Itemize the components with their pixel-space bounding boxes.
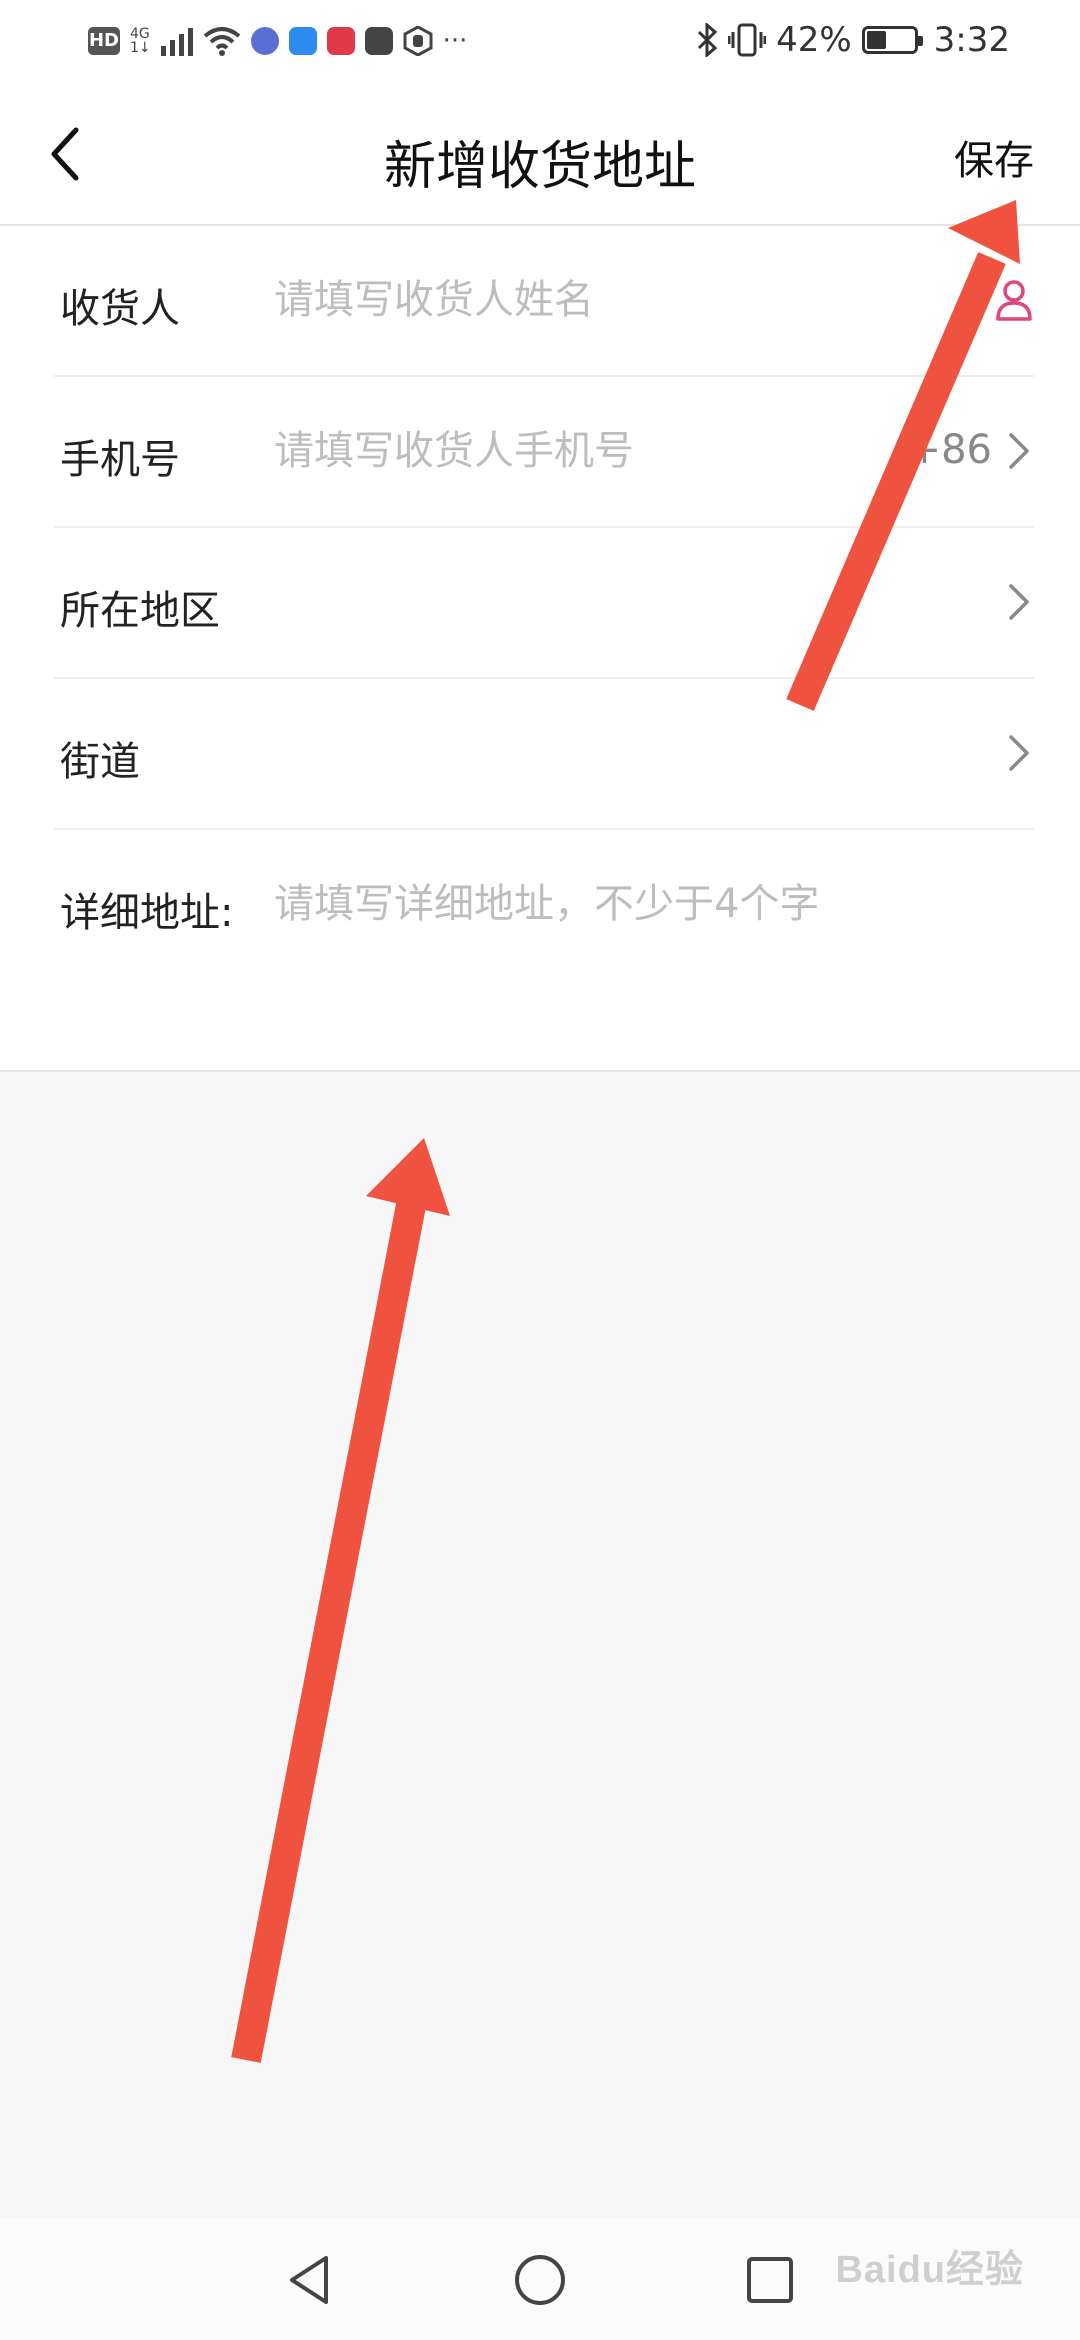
- book-app-icon: [326, 27, 355, 55]
- region-row[interactable]: 所在地区: [54, 528, 1034, 679]
- battery-percent: 42%: [776, 20, 852, 60]
- battery-icon: [861, 26, 923, 54]
- nav-back-icon[interactable]: [280, 2250, 340, 2310]
- hd-badge: HD: [88, 27, 120, 55]
- vibrate-icon: [728, 23, 767, 57]
- contact-person-icon[interactable]: [994, 278, 1034, 322]
- network-type-top: 4G: [130, 26, 150, 42]
- region-label: 所在地区: [60, 588, 220, 634]
- receiver-name-label: 收货人: [60, 286, 180, 332]
- detail-address-row: 详细地址:: [54, 830, 1034, 1070]
- status-right-icons: 42% 3:32: [696, 18, 1010, 62]
- wifi-icon: [203, 27, 240, 56]
- signal-icon: [160, 28, 193, 56]
- status-left-icons: HD 4G 1↓ ···: [88, 20, 467, 62]
- nav-home-icon[interactable]: [510, 2250, 570, 2310]
- app-screen: HD 4G 1↓ ··· 42% 3:32 新增收货地址 保存 收货人 请填写收…: [0, 0, 1080, 2340]
- phone-row: 手机号 +86: [54, 377, 1034, 528]
- more-status-icons: ···: [442, 26, 468, 56]
- address-form: 收货人 手机号 +86 所在地区 街道: [0, 226, 1080, 1072]
- network-type-bottom: 1↓: [130, 40, 151, 56]
- hand-app-icon: [403, 26, 433, 56]
- receiver-name-input[interactable]: [274, 274, 914, 326]
- battery-cap: [917, 36, 923, 46]
- bluetooth-icon: [698, 23, 718, 57]
- header-bar: 新增收货地址 保存: [0, 80, 1080, 226]
- detail-address-label: 详细地址:: [60, 890, 234, 936]
- battery-level-fill: [866, 31, 886, 49]
- chevron-right-icon: [1009, 584, 1029, 620]
- page-title: 新增收货地址: [383, 137, 696, 197]
- street-label: 街道: [60, 739, 140, 785]
- status-bar: HD 4G 1↓ ··· 42% 3:32: [0, 0, 1080, 80]
- music-app-icon: [250, 27, 279, 55]
- street-row[interactable]: 街道: [54, 679, 1034, 830]
- huawei-app-icon: [364, 27, 393, 55]
- phone-input[interactable]: [274, 425, 774, 477]
- arrow-up-icon: [231, 1138, 450, 2063]
- detail-address-input[interactable]: [274, 878, 1014, 930]
- phone-label: 手机号: [60, 437, 180, 483]
- network-type: 4G 1↓: [130, 27, 151, 55]
- clock-time: 3:32: [933, 20, 1010, 60]
- chevron-right-icon: [1009, 735, 1029, 771]
- save-button[interactable]: 保存: [954, 128, 1034, 186]
- cloud-app-icon: [288, 27, 317, 55]
- receiver-name-row: 收货人: [54, 226, 1034, 377]
- country-code-selector[interactable]: +86: [908, 427, 992, 473]
- chevron-right-icon: [1009, 433, 1029, 469]
- nav-recents-icon[interactable]: [740, 2250, 800, 2310]
- baidu-watermark: Baidu经验: [835, 2249, 1024, 2291]
